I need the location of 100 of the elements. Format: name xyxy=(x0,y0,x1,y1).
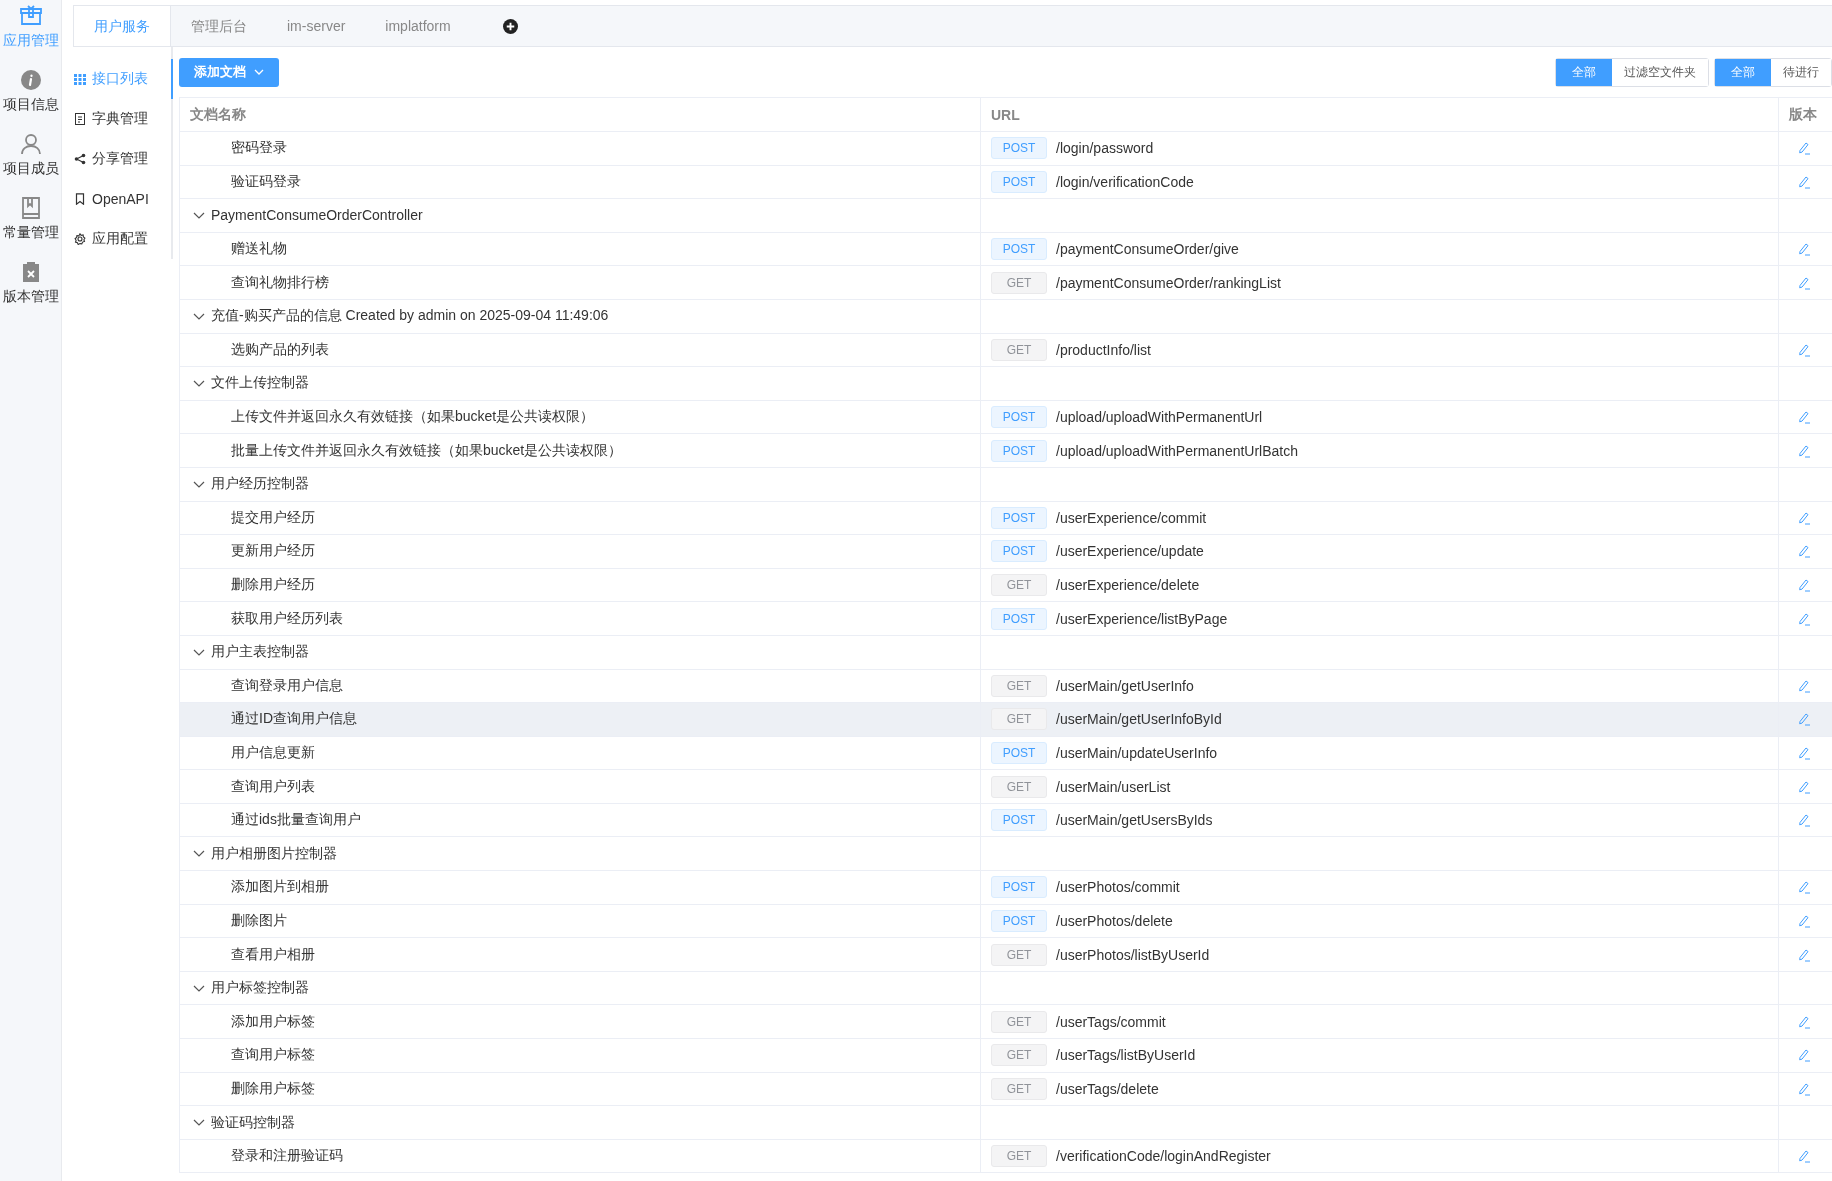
chevron-icon[interactable] xyxy=(193,850,205,858)
edit-icon[interactable] xyxy=(1797,410,1811,425)
side-menu-item[interactable]: 分享管理 xyxy=(62,139,173,179)
document-name[interactable]: 删除图片 xyxy=(231,911,287,930)
rail-nav-item[interactable]: 项目成员 xyxy=(0,132,61,178)
edit-icon[interactable] xyxy=(1797,779,1811,794)
method-tag: GET xyxy=(991,1145,1047,1168)
document-name[interactable]: 添加用户标签 xyxy=(231,1012,315,1031)
document-name[interactable]: 更新用户经历 xyxy=(231,542,315,561)
edit-icon[interactable] xyxy=(1797,813,1811,828)
column-header: 文档名称 xyxy=(180,98,981,131)
edit-icon[interactable] xyxy=(1797,746,1811,760)
method-tag: GET xyxy=(991,574,1047,596)
edit-icon[interactable] xyxy=(1797,510,1811,525)
edit-icon[interactable] xyxy=(1797,578,1811,592)
column-header: URL xyxy=(981,98,1779,131)
side-menu-item[interactable]: OpenAPI xyxy=(62,179,173,219)
edit-icon[interactable] xyxy=(1797,242,1811,257)
document-name[interactable]: 添加图片到相册 xyxy=(231,878,329,897)
document-name[interactable]: 选购产品的列表 xyxy=(231,340,329,359)
url-text: /paymentConsumeOrder/give xyxy=(1056,241,1239,258)
document-name[interactable]: 用户信息更新 xyxy=(231,744,315,762)
url-text: /upload/uploadWithPermanentUrl xyxy=(1056,409,1263,426)
chevron-icon[interactable] xyxy=(193,984,205,992)
edit-icon[interactable] xyxy=(1797,544,1811,559)
method-tag: GET xyxy=(991,708,1047,731)
edit-icon[interactable] xyxy=(1797,174,1811,189)
edit-icon[interactable] xyxy=(1797,1014,1811,1029)
caret-down-icon xyxy=(254,69,264,75)
document-name[interactable]: 删除用户经历 xyxy=(231,576,315,594)
side-menu-item[interactable]: 字典管理 xyxy=(62,99,173,139)
url-text: /userMain/updateUserInfo xyxy=(1056,745,1218,761)
chevron-icon[interactable] xyxy=(193,212,205,219)
document-name[interactable]: 获取用户经历列表 xyxy=(231,609,343,628)
document-name[interactable]: 删除用户标签 xyxy=(231,1079,315,1098)
edit-icon[interactable] xyxy=(1797,913,1811,928)
rail-nav-item[interactable]: 常量管理 xyxy=(0,196,61,242)
chevron-icon[interactable] xyxy=(193,312,205,320)
url-text: /userExperience/update xyxy=(1056,543,1204,560)
method-tag: POST xyxy=(991,876,1047,899)
method-tag: POST xyxy=(991,742,1047,764)
folder-name[interactable]: 用户标签控制器 xyxy=(211,979,309,998)
edit-icon[interactable] xyxy=(1797,712,1811,727)
share-icon xyxy=(74,153,86,165)
edit-icon[interactable] xyxy=(1797,1149,1811,1164)
url-text: /login/verificationCode xyxy=(1056,173,1194,190)
document-name[interactable]: 批量上传文件并返回永久有效链接（如果bucket是公共读权限） xyxy=(231,441,623,460)
document-name[interactable]: 验证码登录 xyxy=(231,172,301,191)
document-name[interactable]: 通过ID查询用户信息 xyxy=(231,710,357,729)
edit-icon[interactable] xyxy=(1797,1048,1811,1063)
grid-icon xyxy=(74,73,86,85)
edit-icon[interactable] xyxy=(1797,947,1811,962)
folder-name[interactable]: PaymentConsumeOrderController xyxy=(211,207,423,224)
method-tag: GET xyxy=(991,674,1047,697)
folder-name[interactable]: 用户经历控制器 xyxy=(211,475,309,494)
tab[interactable]: 管理后台 xyxy=(171,6,267,46)
folder-name[interactable]: 用户相册图片控制器 xyxy=(211,844,337,863)
document-name[interactable]: 查看用户相册 xyxy=(231,945,315,964)
chevron-icon[interactable] xyxy=(193,480,205,488)
folder-name[interactable]: 文件上传控制器 xyxy=(211,374,309,393)
edit-icon[interactable] xyxy=(1797,611,1811,626)
folder-name[interactable]: 用户主表控制器 xyxy=(211,643,309,662)
add-tab-icon[interactable] xyxy=(502,18,518,34)
info-icon xyxy=(18,68,43,92)
method-tag: POST xyxy=(991,137,1047,160)
edit-icon[interactable] xyxy=(1797,1081,1811,1096)
side-menu-item[interactable]: 应用配置 xyxy=(62,219,173,259)
document-name[interactable]: 查询用户列表 xyxy=(231,777,315,796)
url-text: /login/password xyxy=(1056,140,1154,157)
document-name[interactable]: 密码登录 xyxy=(231,139,287,158)
document-name[interactable]: 查询登录用户信息 xyxy=(231,676,343,695)
method-tag: POST xyxy=(991,238,1047,261)
edit-icon[interactable] xyxy=(1797,275,1811,290)
bookmark-icon xyxy=(74,193,86,205)
edit-icon[interactable] xyxy=(1797,141,1811,156)
document-name[interactable]: 登录和注册验证码 xyxy=(231,1147,343,1166)
chevron-icon[interactable] xyxy=(193,1119,205,1126)
url-text: /userTags/delete xyxy=(1056,1080,1159,1097)
user-icon xyxy=(18,132,43,156)
edit-icon[interactable] xyxy=(1797,678,1811,693)
edit-icon[interactable] xyxy=(1797,342,1811,357)
document-name[interactable]: 提交用户经历 xyxy=(231,508,315,527)
chevron-icon[interactable] xyxy=(193,648,205,656)
folder-name[interactable]: 充值-购买产品的信息 Created by admin on 2025-09-04 11:49:06 xyxy=(211,307,609,326)
rail-nav-item[interactable]: 项目信息 xyxy=(0,68,61,114)
settings-icon xyxy=(74,233,86,245)
folder-name[interactable]: 验证码控制器 xyxy=(211,1113,295,1132)
document-name[interactable]: 查询用户标签 xyxy=(231,1046,315,1065)
document-icon xyxy=(74,113,86,125)
url-text: /userPhotos/delete xyxy=(1056,912,1173,929)
edit-icon[interactable] xyxy=(1797,880,1811,895)
edit-icon[interactable] xyxy=(1797,443,1811,458)
rail-nav-item[interactable]: 版本管理 xyxy=(0,260,61,306)
url-text: /userPhotos/listByUserId xyxy=(1056,946,1210,963)
method-tag: POST xyxy=(991,809,1047,832)
document-name[interactable]: 通过ids批量查询用户 xyxy=(231,811,361,830)
document-name[interactable]: 查询礼物排行榜 xyxy=(231,273,329,292)
document-name[interactable]: 上传文件并返回永久有效链接（如果bucket是公共读权限） xyxy=(231,408,595,427)
document-name[interactable]: 赠送礼物 xyxy=(231,240,287,259)
chevron-icon[interactable] xyxy=(193,379,205,387)
